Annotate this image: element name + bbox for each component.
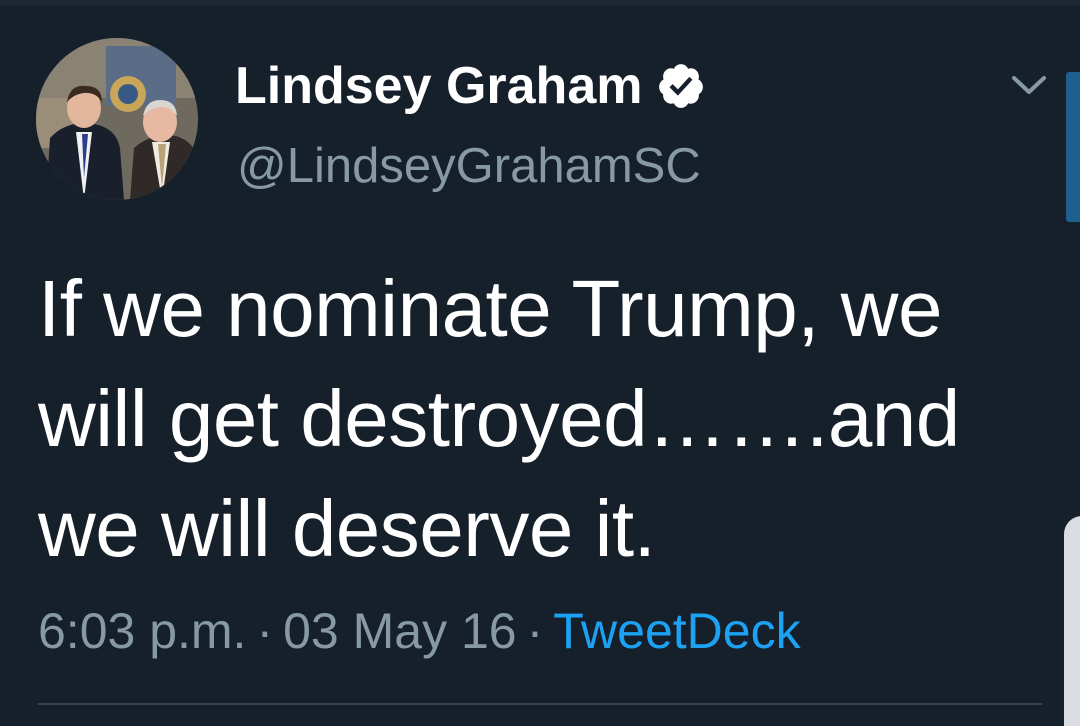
tweet-source-link[interactable]: TweetDeck <box>553 603 800 659</box>
scroll-indicator <box>1066 72 1080 222</box>
tweet-card: Lindsey Graham @LindseyGrahamSC If we no… <box>0 0 1080 726</box>
tweet-text-line: we will deserve it. <box>38 484 656 573</box>
adjacent-panel-edge <box>1064 516 1080 726</box>
display-name[interactable]: Lindsey Graham <box>235 56 706 116</box>
chevron-down-icon[interactable] <box>1008 68 1050 102</box>
profile-photo <box>36 38 198 200</box>
tweet-text: If we nominate Trump, we will get destro… <box>38 254 1048 584</box>
user-handle[interactable]: @LindseyGrahamSC <box>237 138 701 194</box>
divider <box>38 703 1042 705</box>
tweet-time[interactable]: 6:03 p.m. <box>38 603 246 659</box>
meta-separator: · <box>256 603 274 659</box>
tweet-date[interactable]: 03 May 16 <box>283 603 516 659</box>
verified-badge-icon <box>659 64 704 108</box>
avatar[interactable] <box>36 38 198 200</box>
tweet-metadata: 6:03 p.m. · 03 May 16 · TweetDeck <box>38 600 801 662</box>
meta-separator: · <box>526 603 544 659</box>
tweet-text-line: If we nominate Trump, we <box>38 264 942 353</box>
tweet-text-line: will get destroyed…….and <box>38 374 960 463</box>
display-name-text: Lindsey Graham <box>235 57 643 115</box>
